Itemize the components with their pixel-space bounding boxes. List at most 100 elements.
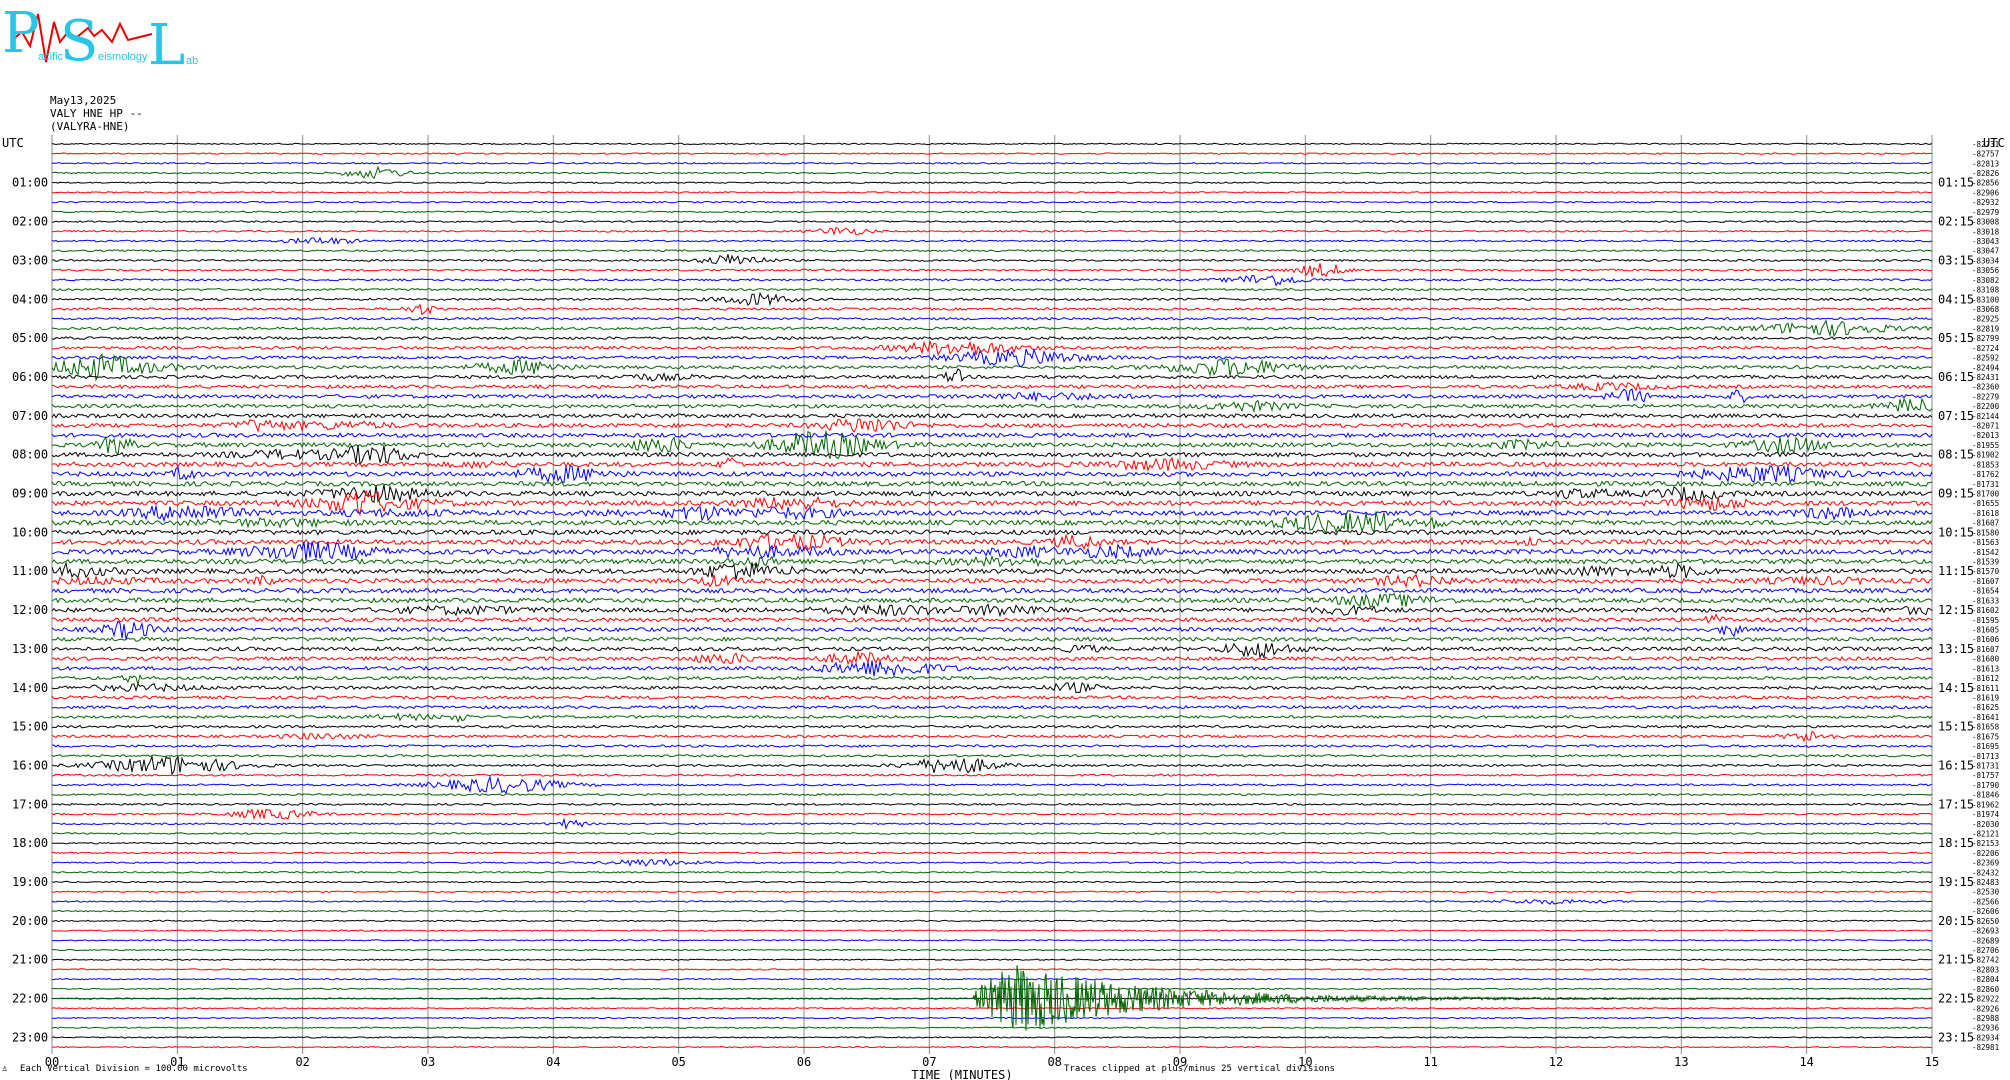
seismic-trace [51, 958, 1933, 961]
trace-count-label: -82925 [1972, 315, 1999, 324]
seismic-trace [51, 368, 1932, 383]
trace-count-label: -83100 [1972, 295, 2000, 304]
trace-count-label: -82606 [1972, 907, 2000, 916]
trace-count-label: -81655 [1972, 499, 1999, 508]
right-hour-label: 22:15 [1938, 992, 1974, 1006]
x-tick-label: 11 [1423, 1055, 1437, 1069]
trace-count-label: -82121 [1972, 829, 1999, 838]
seismic-trace [51, 712, 1933, 724]
seismic-trace [51, 730, 1933, 743]
right-hour-label: 15:15 [1938, 720, 1974, 734]
trace-count-label: -83068 [1972, 305, 2000, 314]
seismic-trace [51, 704, 1933, 710]
seismic-trace [51, 142, 1933, 146]
seismic-trace [51, 418, 1933, 433]
seismic-trace [51, 793, 1933, 797]
seismic-trace [52, 929, 1933, 932]
trace-count-label: -83034 [1972, 256, 2000, 265]
trace-count-label: -82934 [1972, 1033, 2000, 1042]
seismic-trace [51, 303, 1933, 316]
seismic-trace [51, 642, 1933, 660]
trace-count-label: -82932 [1972, 198, 1999, 207]
seismic-trace [51, 226, 1933, 236]
trace-count-label: -82200 [1972, 402, 2000, 411]
right-hour-label: 02:15 [1938, 215, 1974, 229]
seismic-trace [51, 554, 1933, 568]
trace-count-label: -81607 [1972, 519, 1999, 528]
trace-count-label: -81570 [1972, 567, 2000, 576]
seismic-trace [51, 381, 1933, 392]
trace-count-label: -81658 [1972, 723, 2000, 732]
right-hour-label: 20:15 [1938, 914, 1974, 928]
trace-count-label: -82860 [1972, 985, 2000, 994]
trace-count-label: -81641 [1972, 713, 1999, 722]
seismic-trace [51, 263, 1933, 278]
right-hour-label: 11:15 [1938, 564, 1974, 578]
trace-count-label: -81902 [1972, 451, 1999, 460]
trace-count-label: -82369 [1972, 859, 1999, 868]
seismic-trace [51, 753, 1933, 758]
trace-count-label: -81654 [1972, 587, 2000, 596]
seismic-trace [51, 249, 1933, 253]
trace-count-label: -81675 [1972, 732, 1999, 741]
left-hour-label: 05:00 [12, 331, 48, 345]
seismic-trace [51, 152, 1933, 155]
trace-count-label: -81695 [1972, 742, 1999, 751]
seismic-trace [51, 319, 1933, 338]
x-tick-label: 03 [421, 1055, 435, 1069]
seismic-trace [51, 968, 1933, 971]
trace-count-label: -82144 [1972, 412, 2000, 421]
left-hour-label: 10:00 [12, 525, 48, 539]
trace-count-label: -83047 [1972, 247, 1999, 256]
trace-count-label: -82279 [1972, 392, 1999, 401]
left-hour-label: 21:00 [12, 953, 48, 967]
trace-count-label: -81607 [1972, 645, 1999, 654]
seismic-trace [51, 397, 1933, 414]
seismic-trace [51, 871, 1933, 874]
seismic-trace [51, 987, 1933, 991]
trace-count-label: -83043 [1972, 237, 1999, 246]
seismic-trace [51, 165, 1933, 180]
seismic-trace [51, 744, 1933, 748]
trace-count-label: -81613 [1972, 664, 1999, 673]
right-hour-label: 19:15 [1938, 875, 1974, 889]
trace-count-label: -82693 [1972, 927, 1999, 936]
trace-count-label: -82013 [1972, 431, 1999, 440]
seismic-trace [51, 1016, 1933, 1020]
trace-count-label: -82689 [1972, 936, 1999, 945]
left-hour-label: 06:00 [12, 370, 48, 384]
seismic-trace [51, 484, 1933, 504]
seismic-trace [51, 613, 1933, 624]
seismic-trace [51, 817, 1933, 831]
trace-count-label: -82979 [1972, 208, 1999, 217]
trace-count-label: -82988 [1972, 1014, 2000, 1023]
seismic-trace [51, 674, 1933, 685]
right-hour-label: 21:15 [1938, 953, 1974, 967]
seismic-trace [51, 919, 1933, 923]
right-hour-label: 05:15 [1938, 331, 1974, 345]
seismic-trace [51, 200, 1933, 204]
seismic-trace [51, 851, 1933, 855]
x-tick-label: 13 [1674, 1055, 1688, 1069]
trace-count-label: -81595 [1972, 616, 1999, 625]
trace-count-label: -82706 [1972, 946, 2000, 955]
seismic-trace [51, 412, 1933, 419]
seismic-trace [51, 340, 1933, 357]
trace-count-label: -81618 [1972, 509, 2000, 518]
seismic-trace [51, 316, 1933, 321]
seismic-trace [51, 774, 1933, 795]
seismic-trace [51, 456, 1933, 472]
x-tick-label: 12 [1549, 1055, 1563, 1069]
trace-count-label: -82813 [1972, 159, 1999, 168]
trace-count-label: -81853 [1972, 460, 1999, 469]
x-tick-label: 02 [295, 1055, 309, 1069]
right-hour-label: 18:15 [1938, 836, 1974, 850]
seismic-trace [51, 939, 1933, 942]
trace-count-label: -81633 [1972, 596, 1999, 605]
seismic-trace [51, 444, 1933, 466]
seismic-trace [51, 898, 1933, 905]
left-hour-label: 17:00 [12, 797, 48, 811]
seismic-trace [51, 336, 1933, 341]
footer-scale-note: Each Vertical Division = 100.00 microvol… [20, 1064, 248, 1074]
trace-count-label: -81625 [1972, 703, 1999, 712]
